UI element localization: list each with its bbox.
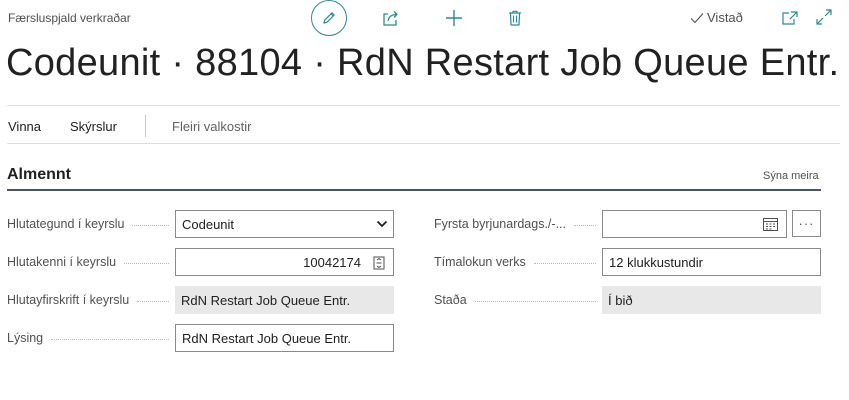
object-caption-value: RdN Restart Job Queue Entr. (181, 292, 351, 308)
object-id-field[interactable]: 10042174 (175, 248, 394, 276)
description-input[interactable]: RdN Restart Job Queue Entr. (175, 324, 394, 352)
next-section-heading-cut (7, 396, 97, 400)
status-value: Í bið (608, 292, 633, 308)
lookup-icon[interactable] (373, 256, 385, 270)
expand-button[interactable] (815, 8, 833, 26)
earliest-start-input[interactable] (602, 210, 787, 238)
popout-icon (782, 11, 798, 25)
top-bar: Færsluspjald verkraðar Vistað (0, 0, 849, 36)
divider (7, 143, 840, 144)
timeout-value: 12 klukkustundir (609, 254, 703, 270)
timeout-input[interactable]: 12 klukkustundir (602, 248, 821, 276)
chevron-down-icon (376, 220, 388, 228)
edit-button[interactable] (311, 0, 347, 36)
description-value: RdN Restart Job Queue Entr. (182, 330, 352, 346)
page-title: Codeunit · 88104 · RdN Restart Job Queue… (6, 42, 840, 84)
action-reports[interactable]: Skýrslur (70, 119, 117, 134)
earliest-start-label: Fyrsta byrjunardags./-... (434, 217, 600, 231)
earliest-start-more-button[interactable]: ··· (792, 210, 821, 237)
delete-button[interactable] (505, 8, 525, 28)
action-separator (145, 115, 146, 137)
trash-icon (509, 10, 521, 26)
object-caption-label: Hlutayfirskrift í keyrslu (7, 293, 173, 307)
action-bar: Vinna Skýrslur Fleiri valkostir (0, 106, 849, 143)
expand-icon (816, 9, 832, 25)
description-label: Lýsing (7, 331, 173, 345)
saved-status: Vistað (690, 10, 743, 25)
plus-icon (446, 10, 462, 26)
action-process[interactable]: Vinna (8, 119, 41, 134)
share-icon (383, 11, 398, 26)
status-label: Staða (434, 293, 600, 307)
open-new-window-button[interactable] (781, 9, 799, 27)
object-caption-field: RdN Restart Job Queue Entr. (175, 286, 394, 314)
edit-icon (323, 12, 335, 24)
breadcrumb: Færsluspjald verkraðar (8, 11, 131, 25)
saved-label: Vistað (707, 10, 743, 25)
section-title-general[interactable]: Almennt (7, 166, 71, 184)
object-type-select[interactable]: Codeunit (175, 210, 394, 238)
share-button[interactable] (380, 8, 402, 28)
object-type-value: Codeunit (182, 216, 235, 232)
object-type-label: Hlutategund í keyrslu (7, 217, 173, 231)
action-more-options[interactable]: Fleiri valkostir (172, 119, 251, 134)
section-rule (7, 189, 821, 191)
object-id-value: 10042174 (303, 254, 361, 270)
timeout-label: Tímalokun verks (434, 255, 600, 269)
status-field: Í bið (602, 286, 821, 314)
object-id-label: Hlutakenni í keyrslu (7, 255, 173, 269)
show-more-link[interactable]: Sýna meira (763, 170, 819, 182)
calendar-icon[interactable] (763, 217, 778, 231)
new-button[interactable] (443, 7, 465, 29)
checkmark-icon (690, 12, 704, 23)
